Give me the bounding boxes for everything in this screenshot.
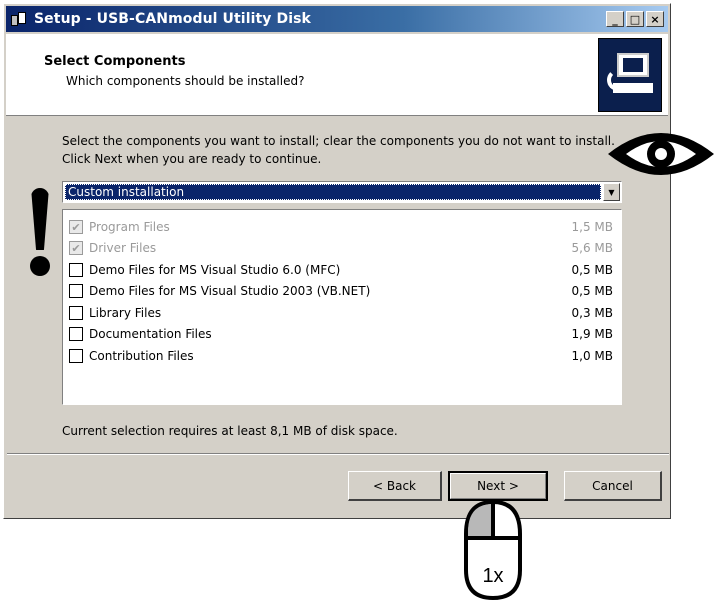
component-item[interactable]: Contribution Files 1,0 MB bbox=[69, 346, 613, 366]
next-button-label: Next > bbox=[450, 473, 546, 499]
component-item[interactable]: ✔ Program Files 1,5 MB bbox=[69, 217, 613, 237]
eye-icon bbox=[608, 133, 714, 175]
component-name: Demo Files for MS Visual Studio 6.0 (MFC… bbox=[89, 263, 341, 277]
component-checkbox[interactable] bbox=[69, 306, 83, 320]
title-buttons: _ □ × bbox=[606, 11, 664, 27]
installation-type-value: Custom installation bbox=[65, 184, 601, 200]
component-checkbox[interactable] bbox=[69, 284, 83, 298]
button-separator bbox=[7, 453, 669, 455]
back-button[interactable]: < Back bbox=[348, 471, 442, 501]
component-name: Program Files bbox=[89, 220, 170, 234]
component-size: 0,5 MB bbox=[571, 263, 613, 277]
install-computer-icon bbox=[598, 38, 662, 112]
component-checkbox[interactable] bbox=[69, 327, 83, 341]
component-size: 1,0 MB bbox=[571, 349, 613, 363]
page-title: Select Components bbox=[44, 54, 186, 69]
component-item[interactable]: Demo Files for MS Visual Studio 2003 (VB… bbox=[69, 281, 613, 301]
attention-exclamation-icon bbox=[27, 188, 53, 278]
page-subtitle: Which components should be installed? bbox=[66, 74, 305, 88]
component-checkbox[interactable] bbox=[69, 263, 83, 277]
component-checkbox[interactable]: ✔ bbox=[69, 241, 83, 255]
component-name: Demo Files for MS Visual Studio 2003 (VB… bbox=[89, 284, 371, 298]
installation-type-select[interactable]: Custom installation ▼ bbox=[62, 181, 622, 203]
component-item[interactable]: ✔ Driver Files 5,6 MB bbox=[69, 238, 613, 258]
setup-app-icon bbox=[10, 10, 28, 28]
component-name: Contribution Files bbox=[89, 349, 194, 363]
component-checkbox[interactable]: ✔ bbox=[69, 220, 83, 234]
disk-space-status: Current selection requires at least 8,1 … bbox=[62, 424, 398, 438]
click-count-label: 1x bbox=[482, 565, 503, 587]
component-size: 5,6 MB bbox=[571, 241, 613, 255]
component-size: 1,5 MB bbox=[571, 220, 613, 234]
component-checkbox[interactable] bbox=[69, 349, 83, 363]
component-name: Driver Files bbox=[89, 241, 157, 255]
components-list[interactable]: ✔ Program Files 1,5 MB ✔ Driver Files 5,… bbox=[62, 209, 622, 405]
cancel-button[interactable]: Cancel bbox=[564, 471, 662, 501]
component-size: 1,9 MB bbox=[571, 327, 613, 341]
mouse-click-icon: 1x bbox=[464, 499, 522, 601]
wizard-header: Select Components Which components shoul… bbox=[6, 34, 668, 116]
component-size: 0,3 MB bbox=[571, 306, 613, 320]
component-item[interactable]: Library Files 0,3 MB bbox=[69, 303, 613, 323]
component-size: 0,5 MB bbox=[571, 284, 613, 298]
close-button[interactable]: × bbox=[646, 11, 664, 27]
instructions-text: Select the components you want to instal… bbox=[62, 134, 615, 166]
component-item[interactable]: Documentation Files 1,9 MB bbox=[69, 324, 613, 344]
window-title: Setup - USB-CANmodul Utility Disk bbox=[34, 11, 311, 27]
maximize-button[interactable]: □ bbox=[626, 11, 644, 27]
next-button[interactable]: Next > bbox=[448, 471, 548, 501]
minimize-button[interactable]: _ bbox=[606, 11, 624, 27]
component-item[interactable]: Demo Files for MS Visual Studio 6.0 (MFC… bbox=[69, 260, 613, 280]
title-bar[interactable]: Setup - USB-CANmodul Utility Disk _ □ × bbox=[6, 6, 668, 32]
component-name: Library Files bbox=[89, 306, 162, 320]
component-name: Documentation Files bbox=[89, 327, 212, 341]
